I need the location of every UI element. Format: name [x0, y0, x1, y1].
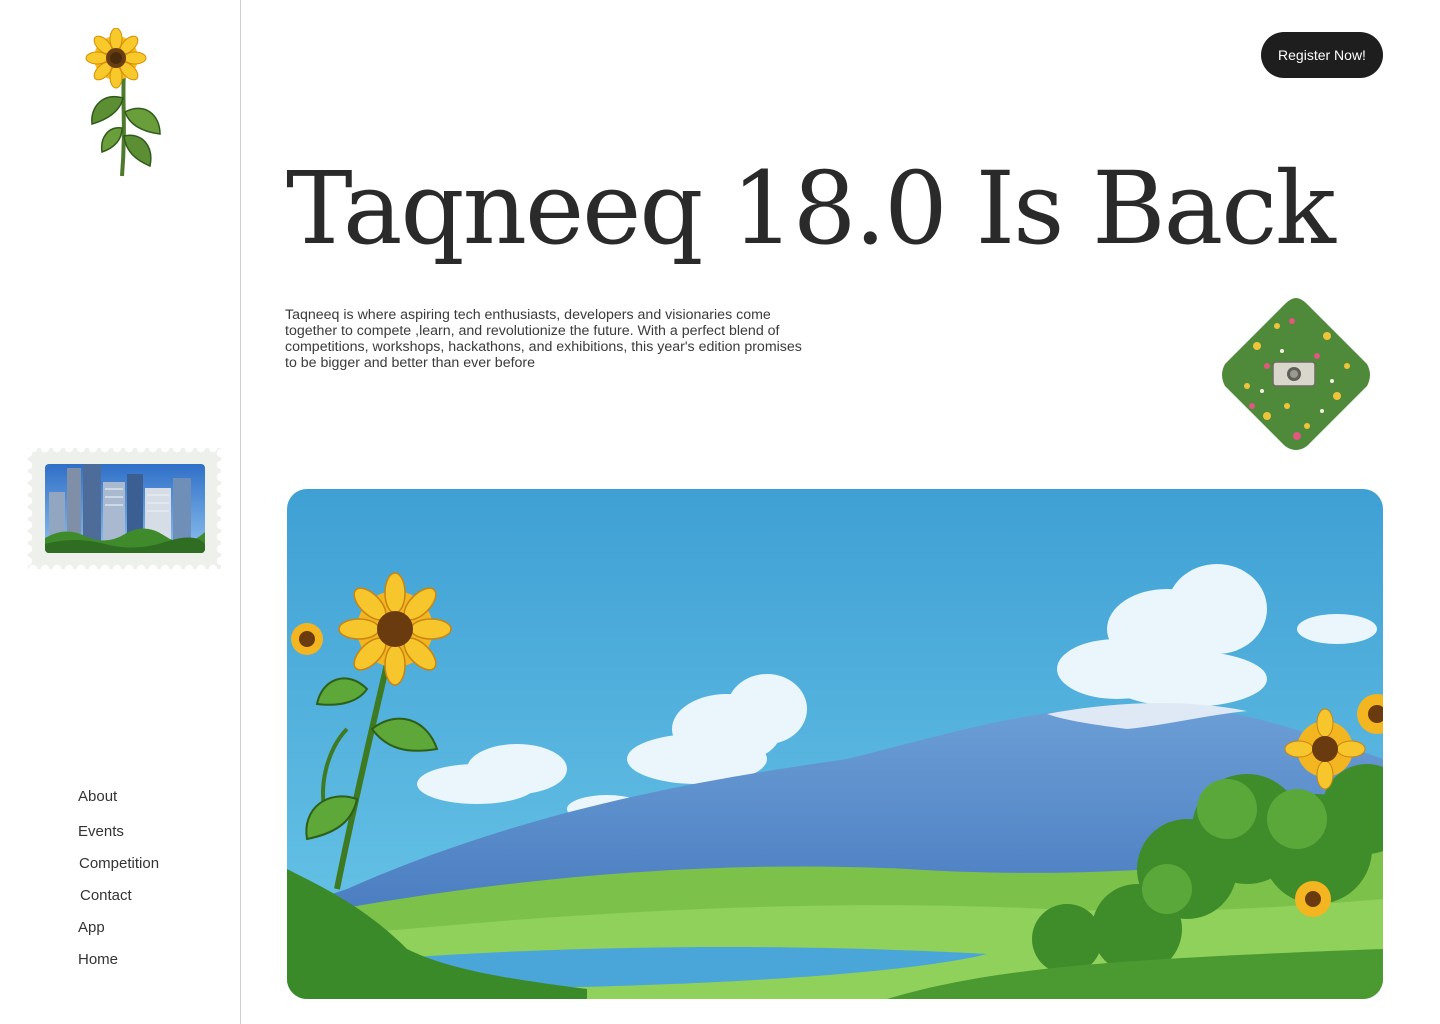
hero-description: Taqneeq is where aspiring tech enthusias…: [285, 307, 802, 371]
city-stamp-image: [45, 464, 205, 553]
nav-item-contact[interactable]: Contact: [80, 887, 132, 904]
nav-item-app[interactable]: App: [78, 919, 105, 936]
nav-item-competition[interactable]: Competition: [79, 855, 159, 872]
nav-item-events[interactable]: Events: [78, 823, 124, 840]
nav-item-about[interactable]: About: [78, 788, 117, 805]
sidebar: About Events Competition Contact App Hom…: [0, 0, 241, 1024]
city-stamp: [28, 448, 221, 569]
sunflower-logo-icon[interactable]: [80, 28, 170, 178]
landscape-illustration: [287, 489, 1383, 999]
nav-item-home[interactable]: Home: [78, 951, 118, 968]
hero-title: Taqneeq 18.0 Is Back: [286, 150, 1336, 267]
register-now-button[interactable]: Register Now!: [1261, 32, 1383, 78]
flower-field-diamond-image: [1217, 296, 1375, 454]
